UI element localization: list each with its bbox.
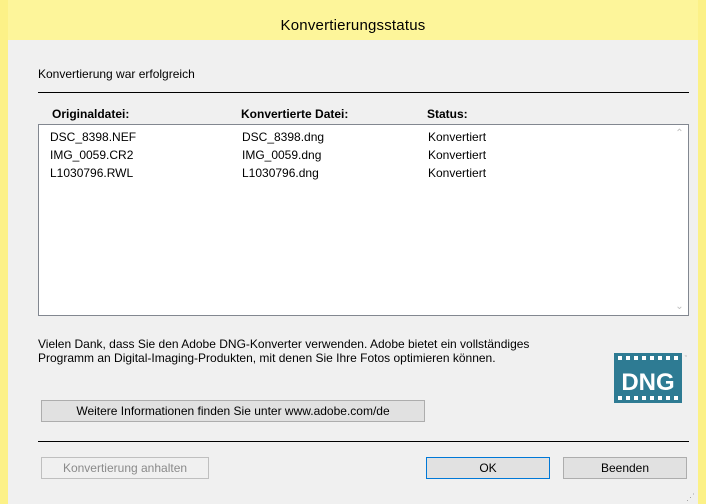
resize-grip-icon[interactable]: ⋰ — [686, 492, 696, 502]
status-cell: Konvertiert — [428, 148, 487, 162]
window-frame-right — [698, 0, 706, 504]
column-header-original: Originaldatei: — [52, 107, 130, 121]
original-file: DSC_8398.NEF — [50, 130, 137, 144]
stop-conversion-button[interactable]: Konvertierung anhalten — [41, 457, 209, 479]
converted-file: IMG_0059.dng — [242, 148, 322, 162]
svg-text:™: ™ — [684, 355, 687, 361]
chevron-down-icon[interactable]: ⌄ — [671, 298, 688, 315]
window-frame-left — [0, 0, 8, 504]
list-item[interactable]: IMG_0059.CR2 IMG_0059.dng Konvertiert — [39, 148, 659, 166]
more-info-button[interactable]: Weitere Informationen finden Sie unter w… — [41, 400, 425, 422]
list-scrollbar[interactable]: ⌃ ⌄ — [671, 125, 688, 315]
converted-file: L1030796.dng — [242, 166, 319, 180]
separator-bottom — [38, 441, 689, 442]
status-message: Konvertierung war erfolgreich — [38, 67, 195, 81]
original-file: IMG_0059.CR2 — [50, 148, 134, 162]
dialog-body: Konvertierung war erfolgreich Originalda… — [8, 40, 698, 504]
dng-logo-icon: DNG ™ — [612, 349, 687, 405]
column-header-converted: Konvertierte Datei: — [241, 107, 349, 121]
status-cell: Konvertiert — [428, 166, 487, 180]
conversion-list[interactable]: DSC_8398.NEF DSC_8398.dng Konvertiert IM… — [38, 124, 689, 316]
window-title: Konvertierungsstatus — [280, 17, 426, 34]
dng-logo-text: DNG — [621, 369, 674, 396]
thank-you-line-1: Vielen Dank, dass Sie den Adobe DNG-Konv… — [38, 337, 530, 351]
converted-file: DSC_8398.dng — [242, 130, 325, 144]
title-bar[interactable]: Konvertierungsstatus — [8, 0, 698, 40]
column-header-status: Status: — [427, 107, 468, 121]
list-item[interactable]: L1030796.RWL L1030796.dng Konvertiert — [39, 166, 659, 184]
separator-top — [38, 92, 689, 93]
exit-button[interactable]: Beenden — [563, 457, 687, 479]
chevron-up-icon[interactable]: ⌃ — [671, 125, 688, 142]
list-item[interactable]: DSC_8398.NEF DSC_8398.dng Konvertiert — [39, 130, 659, 148]
thank-you-text: Vielen Dank, dass Sie den Adobe DNG-Konv… — [38, 337, 608, 365]
thank-you-line-2: Programm an Digital-Imaging-Produkten, m… — [38, 351, 496, 365]
status-cell: Konvertiert — [428, 130, 487, 144]
original-file: L1030796.RWL — [50, 166, 134, 180]
ok-button[interactable]: OK — [426, 457, 550, 479]
